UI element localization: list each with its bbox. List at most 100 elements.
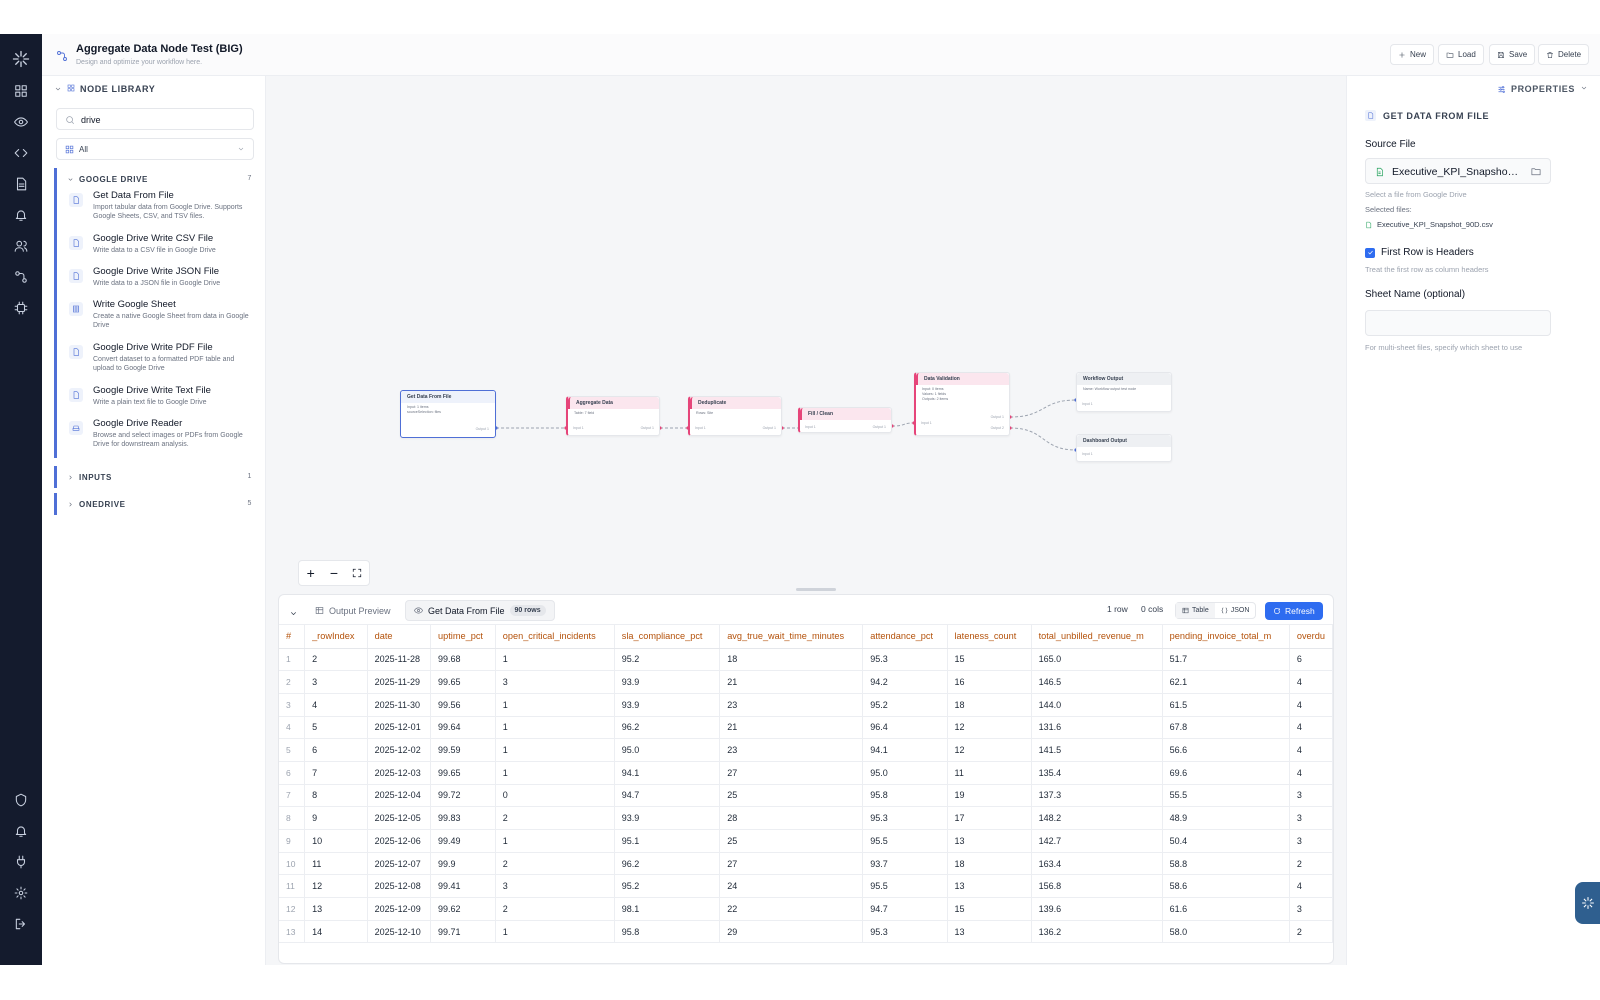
browse-folder-icon[interactable]	[1530, 166, 1542, 177]
library-node-write-csv[interactable]: Google Drive Write CSV File Write data t…	[57, 233, 254, 266]
preview-resize-handle[interactable]	[796, 588, 836, 591]
library-node-drive-reader[interactable]: Google Drive Reader Browse and select im…	[57, 418, 254, 458]
table-cell: 99.68	[430, 648, 496, 672]
assistant-launcher-button[interactable]	[1575, 882, 1600, 924]
table-view-button[interactable]: Table	[1176, 603, 1215, 618]
notifications-icon[interactable]	[11, 821, 31, 841]
workflow-icon[interactable]	[11, 267, 31, 287]
canvas-node-aggregate-data[interactable]: Aggregate Data Table: 7 field Input 1 Ou…	[566, 396, 660, 436]
canvas-node-get-data-from-file[interactable]: Get Data From File Input: 1 items sourceS…	[400, 390, 496, 438]
settings-gear-icon[interactable]	[11, 883, 31, 903]
table-row[interactable]: 13 14 2025-12-10 99.71 1 95.8 29 95.3 13 136.2 58.…	[279, 920, 1333, 944]
plug-icon[interactable]	[11, 852, 31, 872]
zoom-out-button[interactable]: −	[326, 565, 342, 581]
table-row[interactable]: 4 5 2025-12-01 99.64 1 96.2 21 96.4 12 131.6 67.8 4	[279, 716, 1333, 740]
table-row[interactable]: 1 2 2025-11-28 99.68 1 95.2 18 95.3 15 165.0 51.7 6	[279, 648, 1333, 672]
workflow-canvas[interactable]: Get Data From File Input: 1 items sourceS…	[266, 76, 1346, 965]
bell-icon[interactable]	[11, 205, 31, 225]
source-file-picker[interactable]: Executive_KPI_Snapshot_90D.csv	[1365, 158, 1551, 184]
library-node-write-text[interactable]: Google Drive Write Text File Write a pla…	[57, 385, 254, 418]
input-port[interactable]: Input 1	[1082, 402, 1093, 406]
save-button[interactable]: Save	[1489, 44, 1536, 65]
fit-view-button[interactable]	[349, 565, 365, 581]
column-header[interactable]: total_unbilled_revenue_m	[1031, 625, 1163, 649]
table-cell: 6	[1289, 648, 1333, 672]
output-port[interactable]: Output 1	[991, 415, 1004, 419]
column-header[interactable]: sla_compliance_pct	[614, 625, 721, 649]
load-button[interactable]: Load	[1438, 44, 1484, 65]
library-node-write-pdf[interactable]: Google Drive Write PDF File Convert data…	[57, 342, 254, 385]
table-cell: 10	[304, 829, 368, 853]
output-port[interactable]: Output 2	[991, 426, 1004, 430]
group-header-inputs[interactable]: INPUTS 1	[57, 466, 254, 488]
column-header[interactable]: pending_invoice_total_m	[1162, 625, 1290, 649]
column-header[interactable]: open_critical_incidents	[495, 625, 615, 649]
table-row[interactable]: 5 6 2025-12-02 99.59 1 95.0 23 94.1 12 141.5 56.6 4	[279, 738, 1333, 762]
table-row[interactable]: 12 13 2025-12-09 99.62 2 98.1 22 94.7 15 139.6 61.…	[279, 897, 1333, 921]
node-library-header[interactable]: NODE LIBRARY	[54, 84, 155, 94]
column-header[interactable]: uptime_pct	[430, 625, 496, 649]
code-icon[interactable]	[11, 143, 31, 163]
canvas-node-fill-clean[interactable]: Fill / Clean Input 1 Output 1	[798, 407, 892, 433]
column-header[interactable]: avg_true_wait_time_minutes	[719, 625, 864, 649]
table-cell: 95.0	[862, 761, 948, 785]
column-header[interactable]: lateness_count	[947, 625, 1032, 649]
app-logo-icon[interactable]	[11, 49, 31, 69]
delete-button[interactable]: Delete	[1538, 44, 1590, 65]
library-node-get-data-from-file[interactable]: Get Data From File Import tabular data f…	[57, 190, 254, 233]
collapse-chevron-icon[interactable]	[289, 605, 298, 616]
category-filter-select[interactable]: All	[56, 138, 254, 160]
tab-output-preview[interactable]: Output Preview	[307, 600, 399, 621]
output-port[interactable]: Output 1	[873, 425, 886, 429]
document-icon[interactable]	[11, 174, 31, 194]
dashboard-icon[interactable]	[11, 81, 31, 101]
output-port[interactable]: Output 1	[641, 426, 654, 430]
table-row[interactable]: 7 8 2025-12-04 99.72 0 94.7 25 95.8 19 137.3 55.5 3	[279, 784, 1333, 808]
canvas-node-deduplicate[interactable]: Deduplicate Rows: Site Input 1 Output 1	[688, 396, 782, 436]
library-node-write-google-sheet[interactable]: Write Google Sheet Create a native Googl…	[57, 299, 254, 342]
eye-icon[interactable]	[11, 112, 31, 132]
group-header-onedrive[interactable]: ONEDRIVE 5	[57, 493, 254, 515]
new-button[interactable]: New	[1390, 44, 1435, 65]
column-header[interactable]: #	[279, 625, 306, 649]
input-port[interactable]: Input 1	[695, 426, 706, 430]
column-header[interactable]: date	[367, 625, 432, 649]
refresh-button[interactable]: Refresh	[1265, 602, 1323, 620]
group-name: GOOGLE DRIVE	[79, 174, 148, 184]
table-row[interactable]: 9 10 2025-12-06 99.49 1 95.1 25 95.5 13 142.7 50.4…	[279, 829, 1333, 853]
logout-icon[interactable]	[11, 914, 31, 934]
canvas-node-dashboard-output[interactable]: Dashboard Output Input 1	[1076, 434, 1172, 462]
canvas-node-data-validation[interactable]: Data Validation Input: 0 items Values: 1 …	[914, 372, 1010, 436]
zoom-in-button[interactable]: +	[303, 565, 319, 581]
json-view-button[interactable]: JSON	[1215, 603, 1256, 618]
chip-icon[interactable]	[11, 298, 31, 318]
input-port[interactable]: Input 1	[573, 426, 584, 430]
table-cell: 2025-12-06	[367, 829, 432, 853]
first-row-headers-checkbox[interactable]: First Row is Headers	[1365, 247, 1474, 258]
table-row[interactable]: 3 4 2025-11-30 99.56 1 93.9 23 95.2 18 144.0 61.5 4	[279, 693, 1333, 717]
sheet-name-input[interactable]	[1365, 310, 1551, 336]
table-row[interactable]: 2 3 2025-11-29 99.65 3 93.9 21 94.2 16 146.5 62.1 4	[279, 670, 1333, 694]
table-row[interactable]: 11 12 2025-12-08 99.41 3 95.2 24 95.5 13 156.8 58.…	[279, 874, 1333, 899]
output-port[interactable]: Output 1	[763, 426, 776, 430]
properties-header[interactable]: PROPERTIES	[1497, 84, 1588, 94]
input-port[interactable]: Input 1	[1082, 452, 1093, 456]
group-header-google-drive[interactable]: GOOGLE DRIVE 7	[57, 168, 254, 190]
output-port[interactable]: Output 1	[476, 427, 489, 431]
input-port[interactable]: Input 1	[921, 421, 932, 425]
table-cell: 27	[719, 761, 864, 785]
node-search-input[interactable]	[81, 112, 241, 127]
canvas-node-workflow-output[interactable]: Workflow Output Name: Workflow output te…	[1076, 372, 1172, 412]
table-row[interactable]: 8 9 2025-12-05 99.83 2 93.9 28 95.3 17 148.2 48.9 3	[279, 806, 1333, 830]
column-header[interactable]: attendance_pct	[862, 625, 948, 649]
table-row[interactable]: 6 7 2025-12-03 99.65 1 94.1 27 95.0 11 135.4 69.6 4	[279, 761, 1333, 785]
library-node-write-json[interactable]: Google Drive Write JSON File Write data …	[57, 266, 254, 299]
column-header[interactable]: _rowIndex	[304, 625, 368, 649]
column-header[interactable]: overdu	[1289, 625, 1333, 649]
table-row[interactable]: 10 11 2025-12-07 99.9 2 96.2 27 93.7 18 163.4 58.8…	[279, 852, 1333, 876]
users-icon[interactable]	[11, 236, 31, 256]
shield-icon[interactable]	[11, 790, 31, 810]
tab-get-data-from-file[interactable]: Get Data From File 90 rows	[405, 600, 555, 621]
table-cell: 95.2	[614, 648, 721, 672]
input-port[interactable]: Input 1	[805, 425, 816, 429]
